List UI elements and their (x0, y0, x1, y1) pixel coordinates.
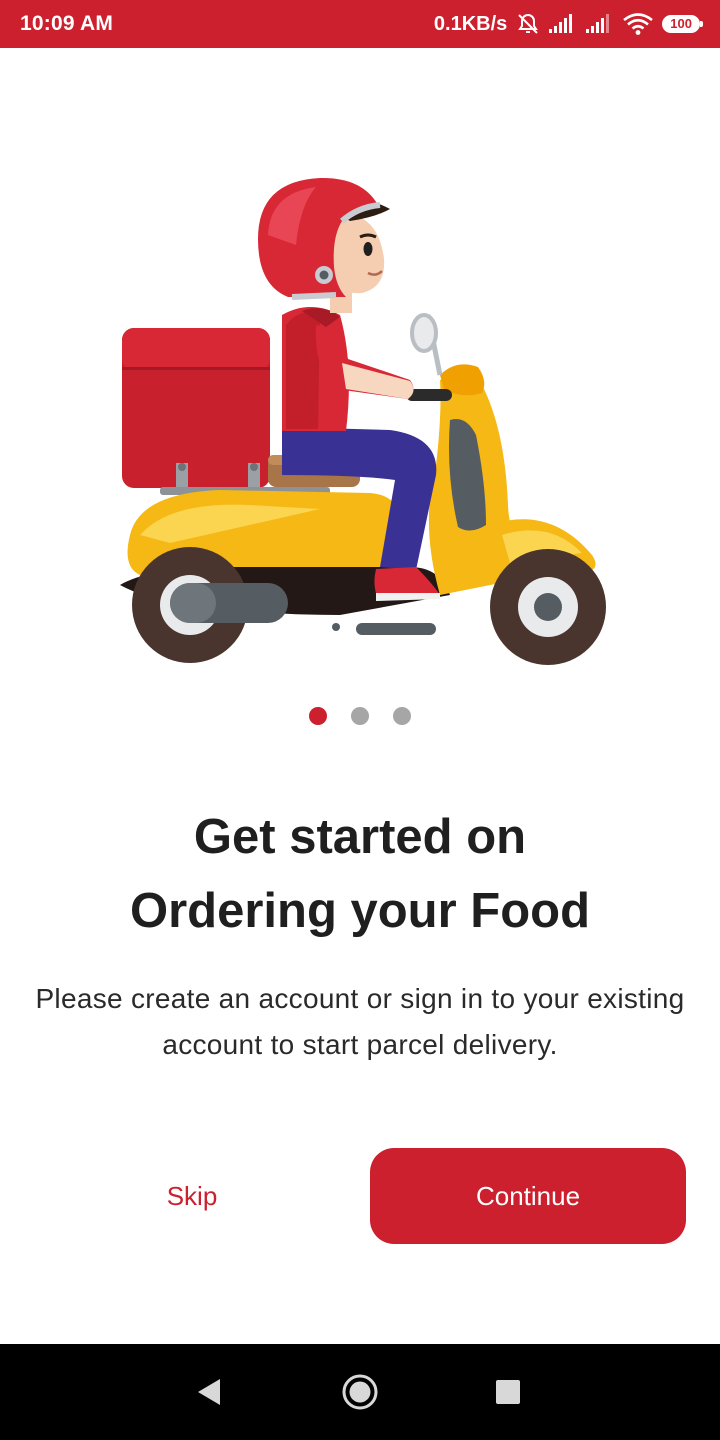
battery-level: 100 (670, 16, 692, 31)
page-dot-1[interactable] (309, 707, 327, 725)
title-line-2: Ordering your Food (129, 884, 591, 938)
onboarding-title: Get started on Ordering your Food (0, 800, 720, 948)
skip-button[interactable]: Skip (92, 1150, 292, 1242)
continue-button[interactable]: Continue (370, 1148, 686, 1244)
wifi-icon (623, 13, 654, 35)
page-dot-3[interactable] (393, 707, 411, 725)
signal-icon (586, 14, 614, 34)
recents-icon[interactable] (482, 1366, 534, 1418)
network-speed: 0.1KB/s (433, 12, 508, 35)
title-line-1: Get started on (193, 810, 527, 864)
onboarding-description: Please create an account or sign in to y… (35, 983, 685, 1060)
system-navigation-bar (0, 1344, 720, 1440)
alarm-off-icon (516, 12, 540, 36)
battery-icon: 100 (662, 15, 703, 33)
status-time: 10:09 AM (20, 12, 114, 35)
signal-icon (549, 14, 577, 34)
page-dot-2[interactable] (351, 707, 369, 725)
delivery-scooter-illustration (120, 177, 606, 665)
status-indicators: 0.1KB/s 100 (433, 12, 703, 36)
home-icon[interactable] (334, 1366, 386, 1418)
status-bar: 10:09 AM 0.1KB/s 100 (0, 0, 720, 48)
back-icon[interactable] (182, 1366, 234, 1418)
page-indicator (0, 707, 720, 725)
